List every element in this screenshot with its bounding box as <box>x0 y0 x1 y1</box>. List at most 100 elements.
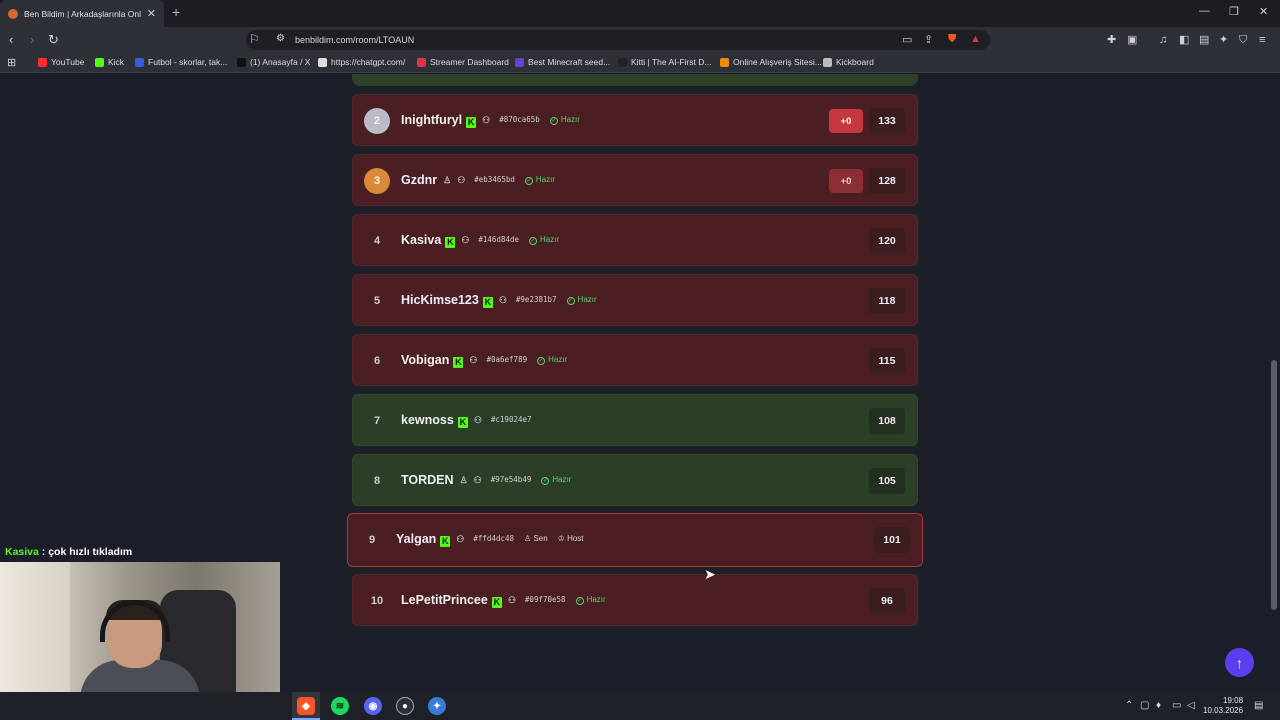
player-id: #97e54b49 <box>490 475 532 484</box>
reload-icon[interactable]: ↻ <box>48 32 59 48</box>
bookmark-kickboard[interactable]: Kickboard <box>823 57 874 67</box>
tray-volume-icon[interactable]: ◁ <box>1187 700 1195 711</box>
player-name: Yalgan <box>396 532 437 546</box>
player-row-6[interactable]: 6 Vobigan K ⚇ #0a6ef789 ✓ Hazır 115 <box>352 334 918 386</box>
player-score: 133 <box>869 108 905 134</box>
player-name: LePetitPrincee <box>401 593 488 607</box>
restore-button[interactable]: ❐ <box>1229 5 1239 18</box>
player-id: #0a6ef789 <box>486 355 528 364</box>
bookmark-streamer-dashboard[interactable]: Streamer Dashboard <box>417 57 509 67</box>
player-score: 120 <box>869 228 905 254</box>
brave-rewards-icon[interactable]: ▲ <box>970 33 981 45</box>
chat-user: Kasiva <box>5 546 39 558</box>
bookmark-x[interactable]: (1) Anasayfa / X <box>237 57 310 67</box>
player-score: 96 <box>869 588 905 614</box>
tray-device-icon[interactable]: ▢ <box>1140 700 1149 711</box>
kick-icon <box>95 57 104 67</box>
user-icon: ♙ <box>459 475 468 485</box>
back-icon[interactable]: ‹ <box>9 32 13 48</box>
scrollbar-thumb[interactable] <box>1271 360 1277 610</box>
bookmark-minecraft[interactable]: Best Minecraft seed... <box>515 57 610 67</box>
bookmark-kick[interactable]: Kick <box>95 57 124 67</box>
ready-label: Hazır <box>552 475 572 484</box>
player-row-7[interactable]: 7 kewnoss K ⚇ #c19024e7 108 <box>352 394 918 446</box>
chat-overlay-message: Kasiva : çok hızlı tıkladım <box>5 546 132 558</box>
leo-ai-icon[interactable]: ✦ <box>1219 32 1228 48</box>
player-id: #eb3465bd <box>474 175 515 184</box>
bookmarks-bar: ⊞ YouTube Kick Futbol - skorlar, tak... … <box>0 53 1280 73</box>
leaderboard-row-partial <box>352 74 918 86</box>
brave-shield-icon[interactable]: ⛊ <box>948 33 956 46</box>
sidebar-icon[interactable]: ◧ <box>1179 32 1189 48</box>
notification-icon[interactable]: ▤ <box>1254 700 1263 711</box>
url-text[interactable]: benbildim.com/room/LTOAUN <box>295 35 414 45</box>
bookmark-kitti[interactable]: Kitti | The AI-First D... <box>618 57 711 67</box>
player-name: HicKimse123 <box>401 293 479 307</box>
tab-close-icon[interactable]: ✕ <box>147 7 156 20</box>
bookmark-futbol[interactable]: Futbol - skorlar, tak... <box>135 57 227 67</box>
player-row-9[interactable]: 9 Yalgan K ⚇ #ffd4dc48 ♙ Sen ♔ Host 101 <box>347 513 923 567</box>
you-label: Sen <box>533 534 548 543</box>
obs-icon[interactable]: ● <box>396 697 414 715</box>
media-icon[interactable]: ♫ <box>1159 32 1167 48</box>
ready-status: ✓ Hazır <box>575 595 606 605</box>
player-score: 118 <box>869 288 905 314</box>
bookmark-shopping[interactable]: Online Alışveriş Sitesi... <box>720 57 822 67</box>
site-info-icon[interactable]: ⚙ <box>276 33 285 44</box>
taskbar-clock[interactable]: 19:08 10.03.2026 <box>1203 696 1243 716</box>
player-row-5[interactable]: 5 HicKimse123 K ⚇ #9e2381b7 ✓ Hazır 118 <box>352 274 918 326</box>
minimize-button[interactable]: — <box>1199 5 1210 17</box>
kick-badge-icon: K <box>482 297 493 308</box>
player-rank: 3 <box>364 168 390 194</box>
cast-icon[interactable]: ▭ <box>902 33 912 46</box>
apps-grid-icon[interactable]: ⊞ <box>7 55 16 71</box>
close-window-button[interactable]: ✕ <box>1259 5 1268 18</box>
bookmark-youtube[interactable]: YouTube <box>38 57 84 67</box>
ready-label: Hazır <box>560 115 580 124</box>
player-info: Vobigan K ⚇ #0a6ef789 ✓ Hazır <box>401 353 567 368</box>
page-scrollbar[interactable] <box>1268 74 1280 692</box>
player-rank: 8 <box>373 475 381 487</box>
vpn-icon[interactable]: ⛉ <box>1239 32 1247 48</box>
share-icon[interactable]: ⇪ <box>924 33 933 46</box>
ready-label: Hazır <box>577 295 597 304</box>
menu-icon[interactable]: ≡ <box>1259 32 1265 48</box>
player-row-2[interactable]: 2 Inightfuryl K ⚇ #870ca65b ✓ Hazır +0 133 <box>352 94 918 146</box>
app-icon[interactable]: ✦ <box>428 697 446 715</box>
mouse-cursor-icon: ➤ <box>704 566 716 582</box>
tray-mic-icon[interactable]: ♦ <box>1156 700 1161 711</box>
bookmark-label: https://chatgpt.com/ <box>331 57 406 67</box>
brave-browser-icon[interactable]: ◆ <box>297 697 315 715</box>
address-bar[interactable]: ⚐ ⚙ benbildim.com/room/LTOAUN ▭ ⇪ ⛊ ▲ <box>246 30 990 50</box>
bookmark-label: Kickboard <box>836 57 874 67</box>
kickboard-icon <box>823 57 832 67</box>
user-icon: ♙ <box>443 175 452 185</box>
score-delta-badge: +0 <box>829 169 863 193</box>
host-label: Host <box>567 534 584 543</box>
screenshot-icon[interactable]: ▣ <box>1127 32 1137 48</box>
tray-chevron-icon[interactable]: ⌃ <box>1125 700 1133 711</box>
player-rank: 4 <box>373 235 381 247</box>
kick-badge-icon: K <box>491 597 502 608</box>
new-tab-button[interactable]: + <box>172 4 180 20</box>
bookmark-chatgpt[interactable]: https://chatgpt.com/ <box>318 57 405 67</box>
check-circle-icon: ✓ <box>549 117 558 125</box>
player-row-3[interactable]: 3 Gzdnr ♙ ⚇ #eb3465bd ✓ Hazır +0 128 <box>352 154 918 206</box>
player-row-8[interactable]: 8 TORDEN ♙ ⚇ #97e54b49 ✓ Hazır 105 <box>352 454 918 506</box>
wallet-icon[interactable]: ▤ <box>1199 32 1209 48</box>
ready-label: Hazır <box>535 175 556 184</box>
check-circle-icon: ✓ <box>541 477 550 485</box>
forward-icon[interactable]: › <box>30 32 34 48</box>
dashboard-icon <box>417 57 426 67</box>
spotify-icon[interactable]: ≋ <box>331 697 349 715</box>
kick-badge-icon: K <box>457 417 468 428</box>
extensions-icon[interactable]: ✚ <box>1107 32 1116 48</box>
player-rank: 2 <box>364 108 390 134</box>
player-row-10[interactable]: 10 LePetitPrincee K ⚇ #09f70e58 ✓ Hazır 96 <box>352 574 918 626</box>
player-row-4[interactable]: 4 Kasiva K ⚇ #146d84de ✓ Hazır 120 <box>352 214 918 266</box>
discord-icon[interactable]: ◉ <box>364 697 382 715</box>
tab-benbildim[interactable]: Ben Bildim | Arkadaşlarınla Online ✕ <box>0 0 164 27</box>
scroll-to-top-button[interactable]: ↑ <box>1225 648 1254 677</box>
tray-network-icon[interactable]: ▭ <box>1172 700 1181 711</box>
bookmark-icon[interactable]: ⚐ <box>249 32 260 46</box>
